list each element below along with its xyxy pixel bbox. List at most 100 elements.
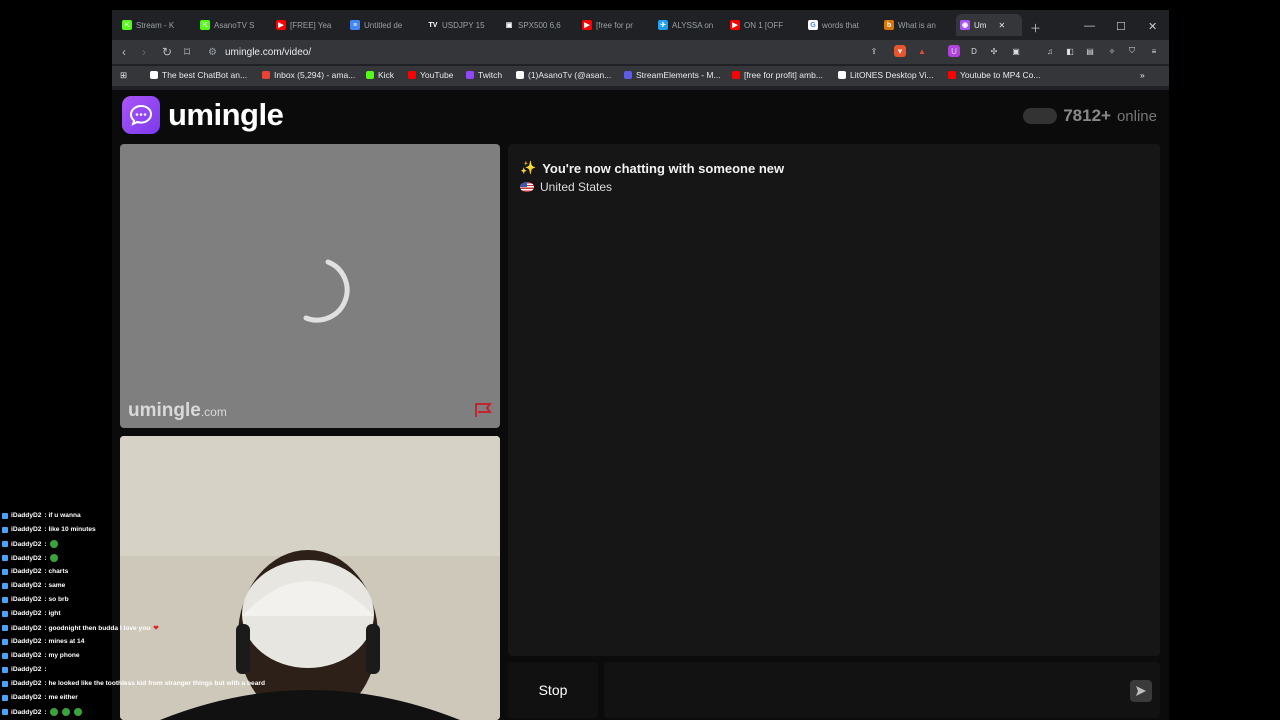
- chat-text: : same: [44, 582, 66, 589]
- bookmark-icon[interactable]: ⌑: [184, 45, 190, 59]
- chat-text: : me either: [44, 694, 78, 701]
- bookmark-label: StreamElements - M...: [636, 70, 721, 80]
- emote-icon: [49, 540, 58, 548]
- more-bookmarks-icon[interactable]: »: [1140, 70, 1145, 80]
- extension-d-icon[interactable]: D: [968, 45, 980, 57]
- wallet-icon[interactable]: ▤: [1084, 45, 1096, 57]
- browser-tab[interactable]: ▣ SPX500 6,6: [504, 14, 574, 36]
- extensions-icon[interactable]: ✣: [988, 45, 1000, 57]
- message-input[interactable]: [612, 670, 1116, 708]
- bookmark-favicon-icon: [262, 71, 270, 79]
- tab-favicon-icon: ▶: [276, 20, 286, 30]
- emote-icon: [61, 708, 70, 716]
- chat-badge-icon: [2, 610, 8, 617]
- chat-username: iDaddyD2: [11, 554, 42, 562]
- toggle-switch[interactable]: [1023, 108, 1058, 124]
- chat-badge-icon: [2, 555, 8, 561]
- chat-username: iDaddyD2: [11, 638, 42, 645]
- heart-icon: ❤: [153, 625, 159, 632]
- extension-u-icon[interactable]: U: [948, 45, 960, 57]
- sidebar-icon[interactable]: ◧: [1064, 45, 1076, 57]
- bookmark-item[interactable]: Kick: [366, 70, 394, 80]
- browser-tab[interactable]: K Stream - K: [122, 14, 192, 36]
- brave-rewards-icon[interactable]: ▲: [916, 45, 928, 57]
- chat-text: : my phone: [44, 652, 80, 659]
- browser-tab[interactable]: ≡ Untitled de: [350, 14, 420, 36]
- send-button[interactable]: [1130, 680, 1152, 702]
- bookmark-item[interactable]: LitONES Desktop Vi...: [838, 70, 933, 80]
- chat-panel: ✨ You're now chatting with someone new U…: [508, 144, 1160, 656]
- brave-shield-icon[interactable]: ▼: [894, 45, 906, 57]
- bookmark-favicon-icon: [948, 71, 956, 79]
- forward-icon[interactable]: ›: [142, 45, 146, 59]
- browser-tab[interactable]: b What is an: [884, 14, 948, 36]
- share-icon[interactable]: ⇪: [868, 45, 880, 57]
- chat-badge-icon: [2, 709, 8, 715]
- bookmark-item[interactable]: [free for profit] amb...: [732, 70, 823, 80]
- minimize-button[interactable]: —: [1084, 20, 1095, 32]
- bookmark-item[interactable]: StreamElements - M...: [624, 70, 721, 80]
- extension-box-icon[interactable]: ▣: [1010, 45, 1022, 57]
- chat-badge-icon: [2, 568, 8, 575]
- new-tab-button[interactable]: ＋: [1030, 20, 1041, 36]
- close-window-button[interactable]: ✕: [1148, 20, 1157, 33]
- bookmark-item[interactable]: (1)AsanoTv (@asan...: [516, 70, 611, 80]
- chat-username: iDaddyD2: [11, 540, 42, 548]
- online-count: 7812+: [1063, 106, 1111, 125]
- menu-icon[interactable]: ≡: [1148, 45, 1160, 57]
- bookmark-favicon-icon: [150, 71, 158, 79]
- chat-text: : if u wanna: [44, 512, 81, 519]
- browser-tab[interactable]: Gwords that: [808, 14, 876, 36]
- address-bar[interactable]: ⚙ umingle.com/video/: [208, 43, 928, 61]
- tab-title: Stream - K: [136, 20, 175, 30]
- stranger-video: umingle.com: [120, 144, 500, 428]
- maximize-button[interactable]: ☐: [1116, 20, 1126, 33]
- tab-favicon-icon: TV: [428, 20, 438, 30]
- apps-icon[interactable]: ⊞: [120, 70, 127, 81]
- emote-icon: [49, 708, 58, 716]
- stop-button[interactable]: Stop: [508, 662, 598, 718]
- reload-icon[interactable]: ↻: [162, 45, 172, 59]
- bookmark-item[interactable]: Inbox (5,294) - ama...: [262, 70, 355, 80]
- chat-badge-icon: [2, 596, 8, 603]
- site-logo[interactable]: umingle: [122, 96, 284, 134]
- leo-icon[interactable]: ✧: [1106, 45, 1118, 57]
- tab-title: AsanoTV S: [214, 20, 255, 30]
- site-info-icon[interactable]: ⚙: [208, 47, 217, 58]
- close-tab-icon[interactable]: ✕: [998, 21, 1005, 30]
- sparkles-icon: ✨: [520, 160, 537, 175]
- chat-text: : charts: [44, 568, 69, 575]
- browser-tab[interactable]: ▶ ON 1 [OFF: [730, 14, 800, 36]
- back-icon[interactable]: ‹: [122, 45, 126, 59]
- chat-username: iDaddyD2: [11, 526, 42, 533]
- chat-username: iDaddyD2: [11, 512, 42, 519]
- vpn-icon[interactable]: ⛉: [1126, 45, 1138, 57]
- browser-tab[interactable]: ◉ Um ✕: [956, 14, 1022, 36]
- chat-message: iDaddyD2: same: [2, 582, 65, 589]
- tab-favicon-icon: K: [200, 20, 210, 30]
- report-flag-icon[interactable]: [474, 402, 494, 418]
- chat-message: iDaddyD2: like 10 minutes: [2, 526, 96, 533]
- chat-username: iDaddyD2: [11, 582, 42, 589]
- bookmark-label: YouTube: [420, 70, 454, 80]
- browser-tab[interactable]: TV USDJPY 15: [428, 14, 498, 36]
- watermark-suffix: .com: [200, 405, 227, 419]
- browser-tab[interactable]: ✈ ALYSSA on: [658, 14, 722, 36]
- bookmark-item[interactable]: The best ChatBot an...: [150, 70, 247, 80]
- browser-tab[interactable]: ▶ [FREE] Yea: [276, 14, 344, 36]
- bookmark-item[interactable]: Youtube to MP4 Co...: [948, 70, 1041, 80]
- emote-icon: [49, 554, 58, 562]
- chat-message: iDaddyD2:: [2, 554, 59, 562]
- bookmark-item[interactable]: YouTube: [408, 70, 453, 80]
- browser-tab[interactable]: ▶ [free for pr: [582, 14, 650, 36]
- bookmark-favicon-icon: [466, 71, 474, 79]
- bookmark-item[interactable]: Twitch: [466, 70, 502, 80]
- chat-status-text: You're now chatting with someone new: [542, 160, 785, 176]
- chat-message: iDaddyD2: mines at 14: [2, 638, 84, 645]
- chat-message: iDaddyD2:: [2, 540, 59, 548]
- chat-text: : like 10 minutes: [44, 526, 96, 533]
- media-icon[interactable]: ♫: [1044, 45, 1056, 57]
- emote-icon: [73, 708, 82, 716]
- tab-title: [FREE] Yea: [290, 20, 332, 30]
- browser-tab[interactable]: K AsanoTV S: [200, 14, 270, 36]
